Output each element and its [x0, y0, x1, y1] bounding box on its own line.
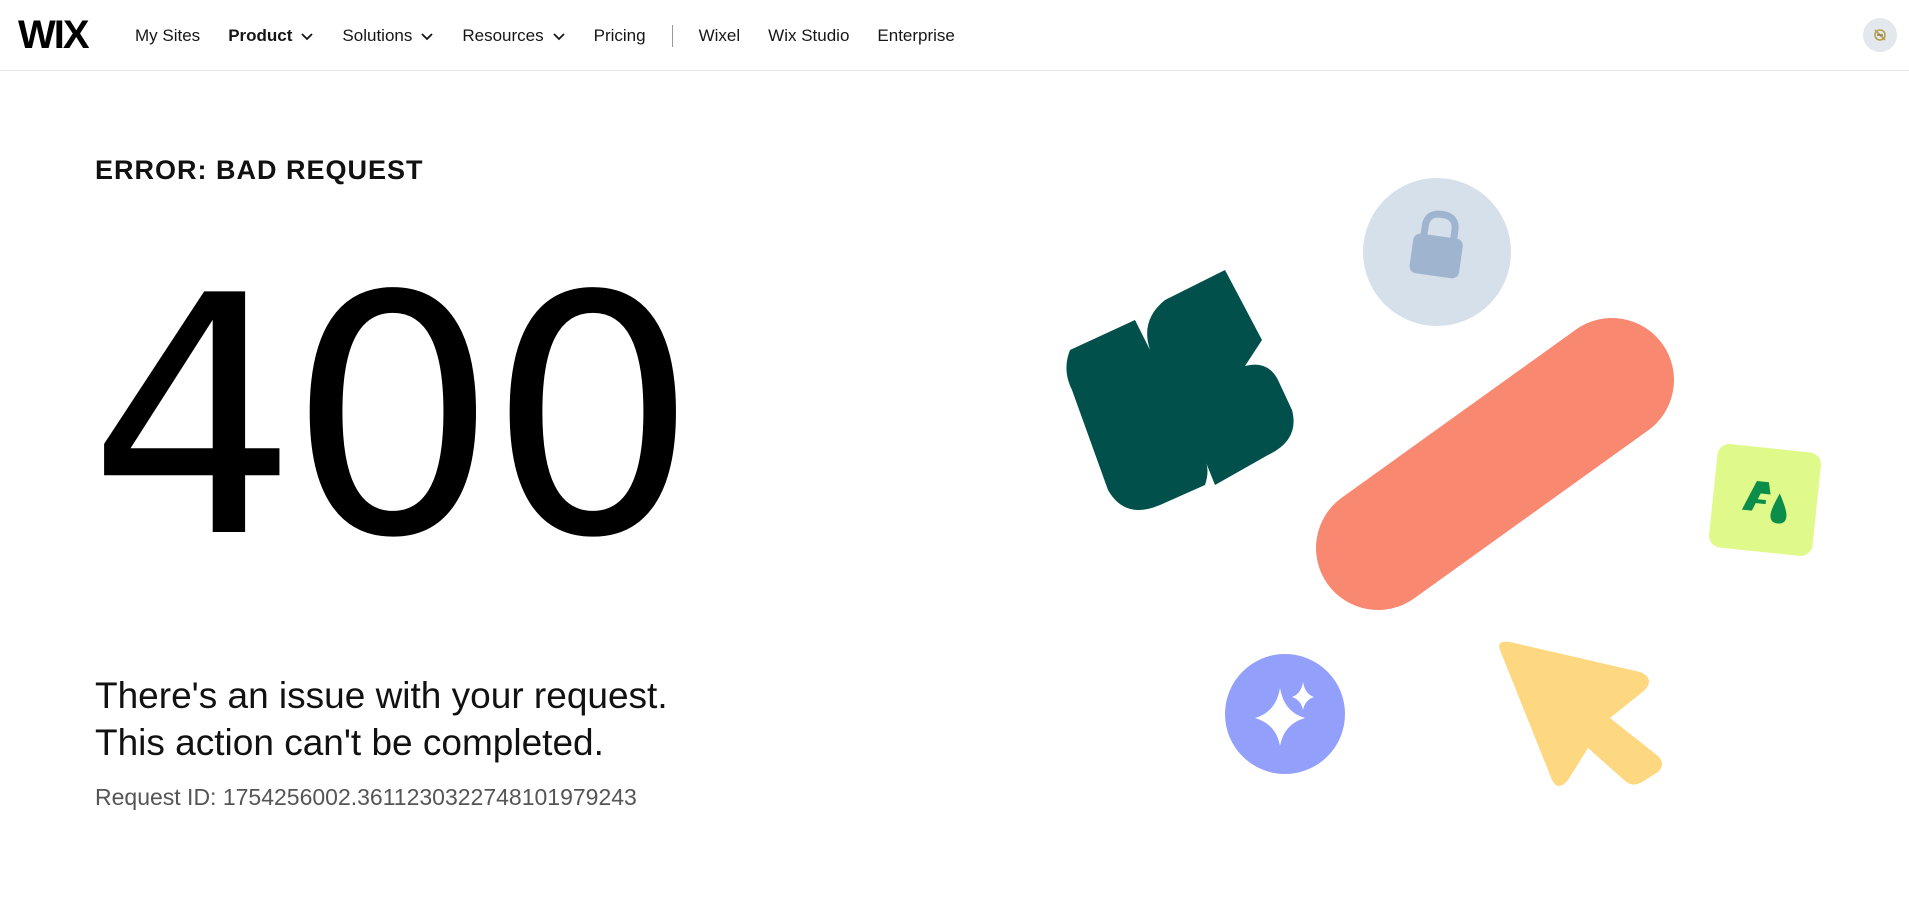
cursor-icon	[1499, 641, 1662, 786]
error-label: ERROR: BAD REQUEST	[95, 155, 424, 185]
error-message-line-1: There's an issue with your request.	[95, 675, 668, 716]
user-avatar[interactable]	[1863, 18, 1897, 52]
error-message: There's an issue with your request. This…	[95, 672, 668, 766]
chevron-down-icon	[421, 32, 433, 40]
nav-divider	[671, 24, 673, 47]
nav-enterprise-label: Enterprise	[877, 25, 955, 45]
nav-wixel-label: Wixel	[698, 25, 741, 45]
nav-wix-studio-label: Wix Studio	[768, 25, 850, 45]
chevron-down-icon	[552, 32, 565, 40]
nav-resources-label: Resources	[462, 25, 544, 45]
wix-logo[interactable]: WIX	[18, 13, 90, 57]
green-tile	[1709, 444, 1821, 556]
error-code: 400	[88, 226, 698, 610]
error-message-line-2: This action can't be completed.	[95, 722, 604, 763]
nav-my-sites-label: My Sites	[135, 25, 201, 45]
teal-abstract-shape	[1066, 270, 1294, 510]
nav-pricing-label: Pricing	[593, 25, 646, 45]
user-avatar-icon	[1874, 29, 1886, 41]
main-nav: My Sites Product Solutions Resources Pri…	[135, 0, 983, 71]
chevron-down-icon	[301, 32, 314, 40]
nav-wix-studio[interactable]: Wix Studio	[768, 26, 849, 46]
nav-resources[interactable]: Resources	[462, 26, 565, 46]
top-navigation-bar: WIX My Sites Product Solutions Resources…	[0, 0, 1909, 71]
nav-solutions-label: Solutions	[342, 25, 413, 45]
lock-circle	[1363, 178, 1511, 326]
coral-pill	[1316, 318, 1674, 610]
nav-product[interactable]: Product	[228, 26, 314, 46]
error-illustration	[1066, 178, 1821, 786]
nav-wixel[interactable]: Wixel	[699, 26, 741, 46]
nav-product-label: Product	[228, 25, 293, 45]
request-id: Request ID: 1754256002.36112303227481019…	[95, 784, 637, 810]
nav-pricing[interactable]: Pricing	[594, 26, 646, 46]
nav-my-sites[interactable]: My Sites	[135, 26, 200, 46]
sparkle-circle	[1225, 654, 1345, 774]
nav-enterprise[interactable]: Enterprise	[877, 26, 954, 46]
nav-solutions[interactable]: Solutions	[342, 26, 434, 46]
